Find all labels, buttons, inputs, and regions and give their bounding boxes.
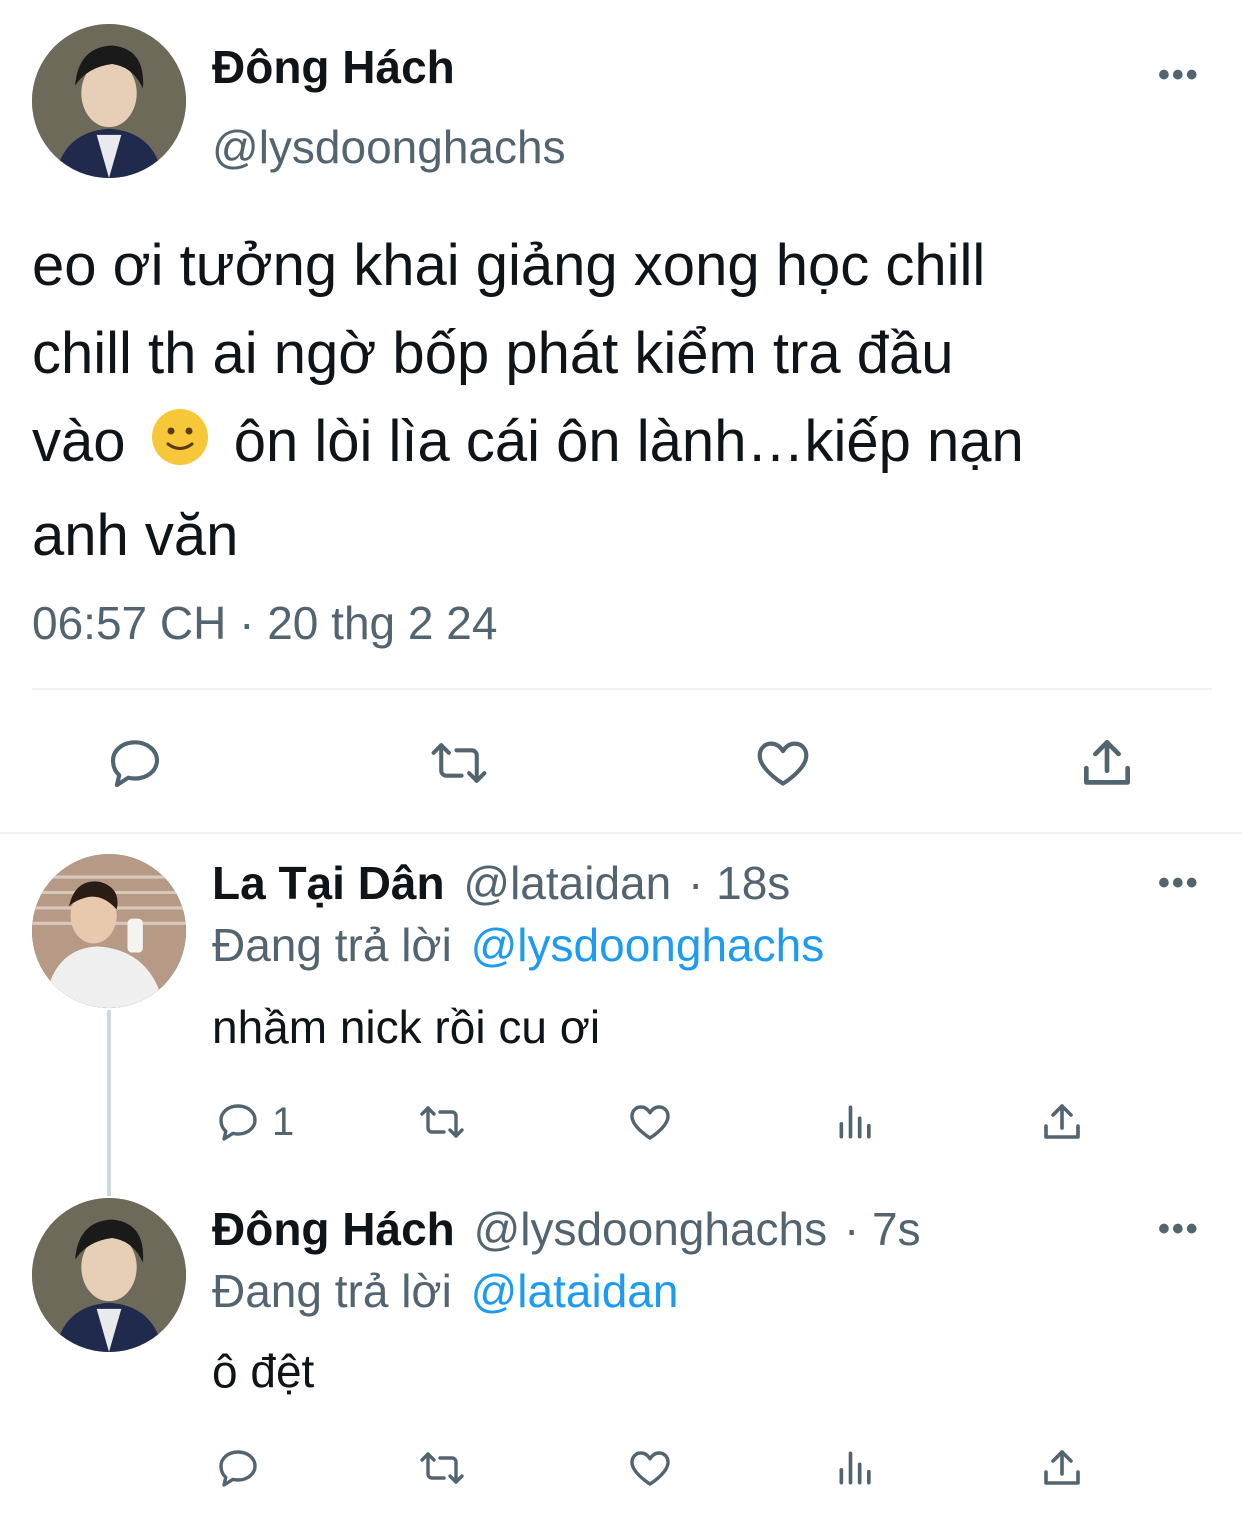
tweet-text-line: chill th ai ngờ bốp phát kiểm tra đầu (32, 321, 954, 386)
views-icon[interactable] (834, 1446, 878, 1490)
replying-to: Đang trả lời @lataidan (212, 1265, 679, 1317)
user-handle[interactable]: @lataidan (463, 857, 671, 909)
mention-link[interactable]: @lataidan (471, 1265, 679, 1317)
display-name[interactable]: Đông Hách (212, 1203, 455, 1255)
display-name[interactable]: La Tại Dân (212, 857, 445, 909)
reply-text: nhầm nick rồi cu ơi (212, 1001, 601, 1053)
reply-header: Đông Hách @lysdoonghachs · 7s (212, 1202, 921, 1256)
retweet-icon[interactable] (416, 1098, 468, 1146)
more-options-icon[interactable]: ••• (1158, 866, 1200, 900)
tweet-text-line: anh văn (32, 503, 239, 568)
reply-icon[interactable] (214, 1098, 262, 1146)
share-icon[interactable] (1038, 1444, 1086, 1492)
user-handle[interactable]: @lysdoonghachs (474, 1203, 828, 1255)
more-options-icon[interactable]: ••• (1158, 1212, 1200, 1246)
tweet-text: eo ơi tưởng khai giảng xong học chill ch… (32, 222, 1222, 580)
tweet-text-line: vào ôn lòi lìa cái ôn lành…kiếp nạn (32, 398, 1222, 492)
share-icon[interactable] (1076, 732, 1138, 794)
divider (32, 688, 1212, 690)
display-name[interactable]: Đông Hách (212, 40, 455, 94)
tweet-timestamp[interactable]: 06:57 CH · 20 thg 2 24 (32, 596, 497, 650)
reply-text: ô đệt (212, 1345, 315, 1397)
reply-time[interactable]: · 7s (844, 1203, 921, 1255)
more-options-icon[interactable]: ••• (1158, 58, 1200, 92)
reply-icon[interactable] (104, 732, 166, 794)
reply-time[interactable]: · 18s (688, 857, 790, 909)
reply-count: 1 (272, 1100, 295, 1144)
avatar[interactable] (32, 1198, 186, 1352)
like-icon[interactable] (626, 1444, 674, 1492)
user-handle[interactable]: @lysdoonghachs (212, 120, 566, 174)
views-icon[interactable] (834, 1100, 878, 1144)
thread-line (107, 1010, 111, 1196)
avatar[interactable] (32, 24, 186, 178)
like-icon[interactable] (752, 732, 814, 794)
reply-header: La Tại Dân @lataidan · 18s (212, 856, 790, 910)
like-icon[interactable] (626, 1098, 674, 1146)
mention-link[interactable]: @lysdoonghachs (471, 919, 825, 971)
retweet-icon[interactable] (416, 1444, 468, 1492)
retweet-icon[interactable] (426, 732, 492, 794)
avatar[interactable] (32, 854, 186, 1008)
replying-to: Đang trả lời @lysdoonghachs (212, 919, 825, 971)
slightly-smiling-emoji-icon (150, 404, 210, 492)
divider (0, 832, 1242, 834)
share-icon[interactable] (1038, 1098, 1086, 1146)
reply-icon[interactable] (214, 1444, 262, 1492)
tweet-text-line: eo ơi tưởng khai giảng xong học chill (32, 233, 986, 298)
